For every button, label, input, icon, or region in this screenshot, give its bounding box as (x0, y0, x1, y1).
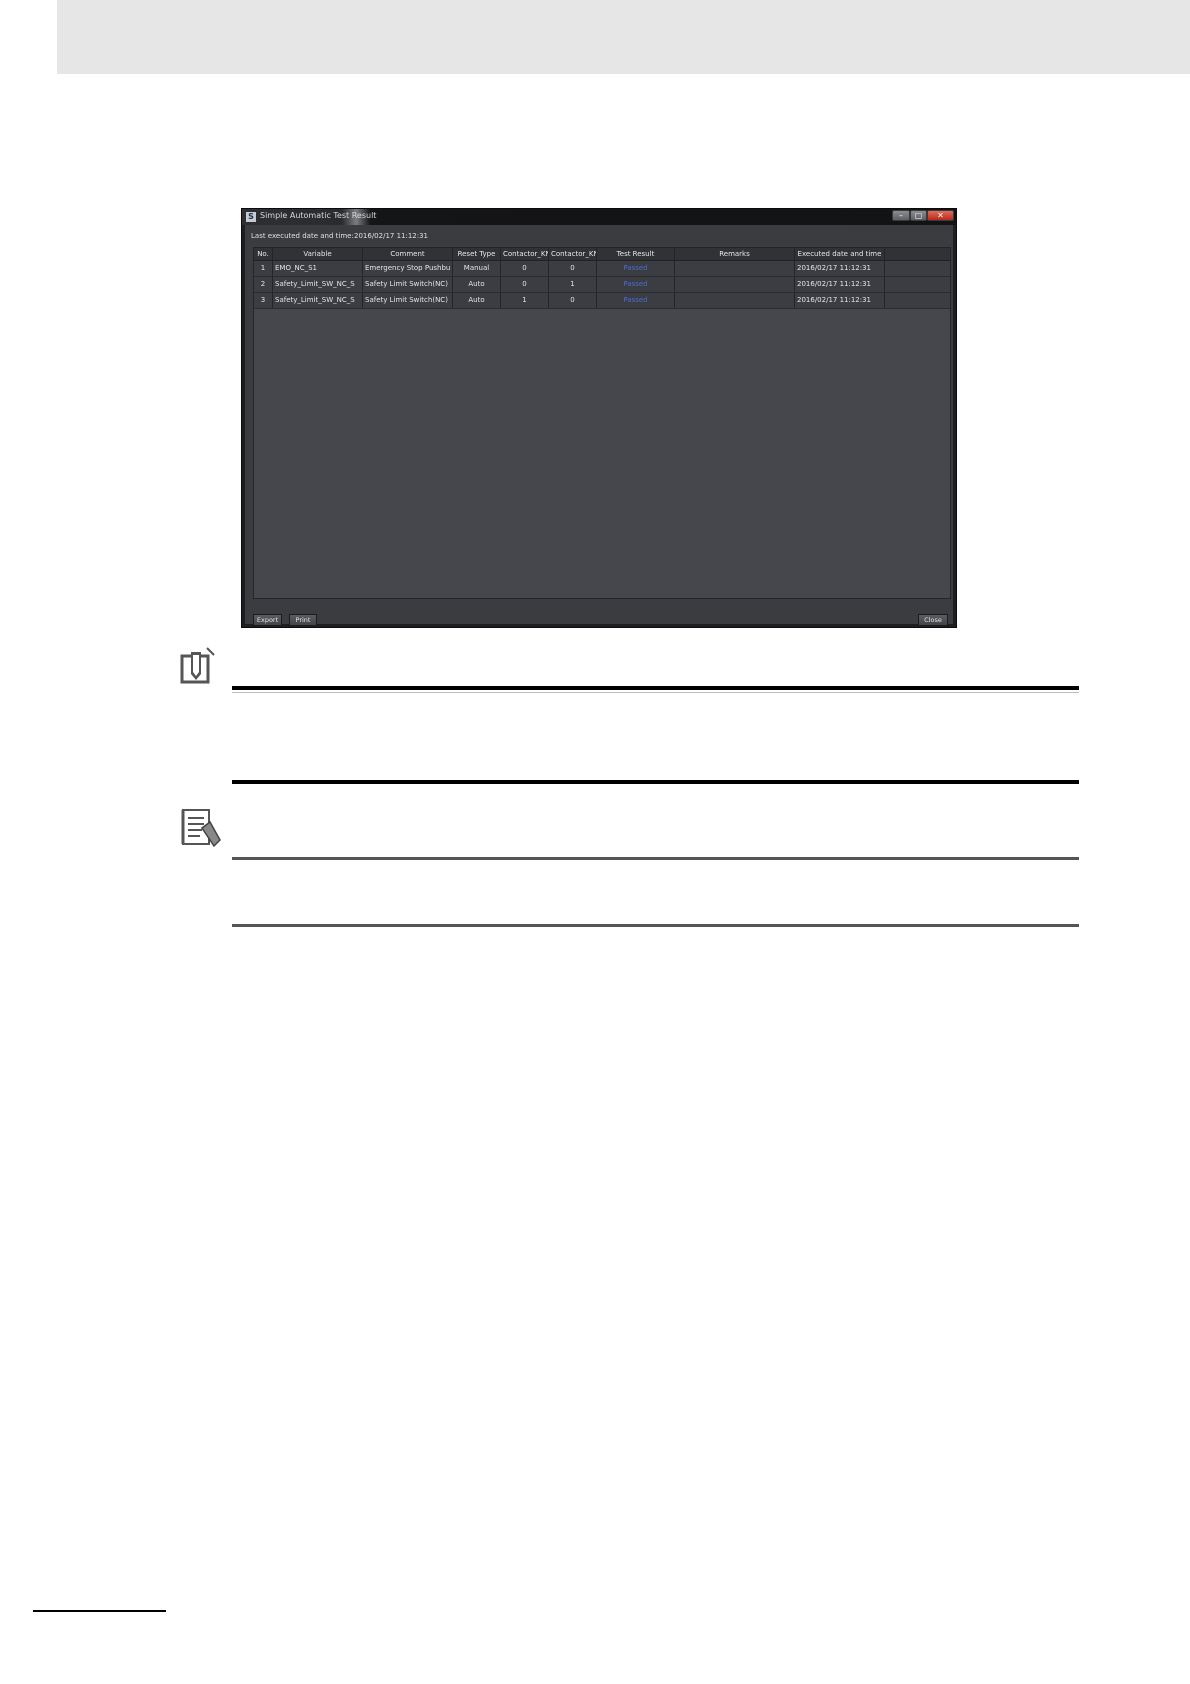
cell-executed: 2016/02/17 11:12:31 (795, 261, 885, 276)
cell-test-result: Passed (597, 261, 675, 276)
cell-remarks (675, 261, 795, 276)
cell-comment: Safety Limit Switch(NC) (363, 277, 453, 292)
cell-no: 2 (254, 277, 273, 292)
minimize-button[interactable]: – (892, 210, 910, 221)
cell-contactor-1: 0 (501, 261, 549, 276)
result-table[interactable]: No. Variable Comment Reset Type Contacto… (253, 247, 951, 599)
cell-variable: Safety_Limit_SW_NC_S (273, 277, 363, 292)
export-button[interactable]: Export (253, 614, 282, 626)
cell-filler (885, 261, 950, 276)
column-header-filler (885, 248, 950, 260)
cell-reset-type: Auto (453, 293, 501, 308)
column-header-contactor-1[interactable]: Contactor_KN (501, 248, 549, 260)
cell-variable: Safety_Limit_SW_NC_S (273, 293, 363, 308)
cell-remarks (675, 277, 795, 292)
print-button[interactable]: Print (289, 614, 317, 626)
cell-comment: Emergency Stop Pushbu (363, 261, 453, 276)
column-header-no[interactable]: No. (254, 248, 273, 260)
table-row[interactable]: 1 EMO_NC_S1 Emergency Stop Pushbu Manual… (254, 261, 950, 277)
table-row[interactable]: 2 Safety_Limit_SW_NC_S Safety Limit Swit… (254, 277, 950, 293)
additional-info-top-rule (232, 857, 1079, 860)
last-executed-label: Last executed date and time: (251, 232, 354, 240)
cell-contactor-1: 1 (501, 293, 549, 308)
test-result-window: S Simple Automatic Test Result – ▢ ✕ Las… (241, 208, 957, 628)
cell-variable: EMO_NC_S1 (273, 261, 363, 276)
column-header-variable[interactable]: Variable (273, 248, 363, 260)
cell-executed: 2016/02/17 11:12:31 (795, 293, 885, 308)
title-bar[interactable]: S Simple Automatic Test Result – ▢ ✕ (242, 209, 956, 225)
cell-filler (885, 277, 950, 292)
cell-comment: Safety Limit Switch(NC) (363, 293, 453, 308)
table-row[interactable]: 3 Safety_Limit_SW_NC_S Safety Limit Swit… (254, 293, 950, 309)
app-icon: S (246, 212, 256, 222)
cell-filler (885, 293, 950, 308)
column-header-reset-type[interactable]: Reset Type (453, 248, 501, 260)
cell-test-result: Passed (597, 293, 675, 308)
table-header-row: No. Variable Comment Reset Type Contacto… (254, 248, 950, 261)
window-client-area: Last executed date and time:2016/02/17 1… (245, 225, 953, 626)
cell-no: 3 (254, 293, 273, 308)
column-header-contactor-2[interactable]: Contactor_KN (549, 248, 597, 260)
cell-contactor-2: 1 (549, 277, 597, 292)
cell-reset-type: Manual (453, 261, 501, 276)
cell-remarks (675, 293, 795, 308)
additional-info-bottom-rule (232, 924, 1079, 927)
column-header-test-result[interactable]: Test Result (597, 248, 675, 260)
column-header-remarks[interactable]: Remarks (675, 248, 795, 260)
cell-no: 1 (254, 261, 273, 276)
cell-contactor-2: 0 (549, 261, 597, 276)
cell-executed: 2016/02/17 11:12:31 (795, 277, 885, 292)
maximize-button[interactable]: ▢ (910, 210, 927, 221)
precautions-top-thin-rule (232, 692, 1079, 693)
column-header-comment[interactable]: Comment (363, 248, 453, 260)
precautions-top-rule (232, 686, 1079, 690)
last-executed-value: 2016/02/17 11:12:31 (354, 232, 429, 240)
cell-reset-type: Auto (453, 277, 501, 292)
page-header-band (57, 0, 1190, 74)
last-executed-info: Last executed date and time:2016/02/17 1… (251, 232, 428, 240)
column-header-executed[interactable]: Executed date and time (795, 248, 885, 260)
additional-info-notebook-icon (180, 806, 224, 848)
page-footer-rule (33, 1610, 166, 1612)
precautions-pencil-icon (179, 646, 219, 686)
window-title: Simple Automatic Test Result (260, 211, 377, 220)
close-window-button[interactable]: ✕ (927, 210, 954, 221)
precautions-bottom-rule (232, 780, 1079, 784)
cell-contactor-2: 0 (549, 293, 597, 308)
close-button[interactable]: Close (918, 614, 948, 626)
cell-contactor-1: 0 (501, 277, 549, 292)
cell-test-result: Passed (597, 277, 675, 292)
